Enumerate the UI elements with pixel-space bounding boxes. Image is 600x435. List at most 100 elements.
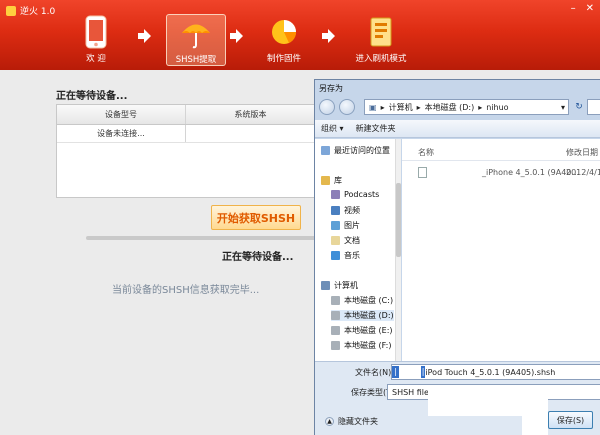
address-bar[interactable]: ▣ ▸ 计算机 ▸ 本地磁盘 (D:) ▸ nihuo ▾ — [364, 99, 569, 115]
nav-item-label: 最近访问的位置 — [334, 146, 390, 155]
nav-item-documents[interactable]: 文档 — [331, 235, 360, 246]
nav-item-library[interactable]: 库 — [321, 175, 342, 186]
arrow-right-icon — [322, 29, 335, 43]
step-welcome[interactable]: 欢 迎 — [66, 14, 126, 66]
filetype-value: SHSH file — [392, 387, 429, 397]
nav-item-computer[interactable]: 计算机 — [321, 280, 358, 291]
pie-chart-icon — [266, 14, 302, 50]
nav-item-label: 文档 — [344, 236, 360, 245]
nav-item-drive-c[interactable]: 本地磁盘 (C:) — [331, 295, 393, 306]
computer-icon: ▣ — [369, 102, 377, 112]
column-header-model[interactable]: 设备型号 — [57, 105, 186, 124]
arrow-right-icon — [230, 29, 243, 43]
step-welcome-label: 欢 迎 — [86, 54, 106, 64]
chevron-right-icon: ▸ — [416, 102, 421, 112]
nav-item-label: 本地磁盘 (F:) — [344, 341, 392, 350]
step-firmware[interactable]: 制作固件 — [254, 14, 314, 66]
nav-item-label: Podcasts — [344, 190, 380, 199]
text-cursor-selection: | — [392, 366, 399, 378]
chevron-down-icon[interactable]: ▾ — [561, 103, 565, 112]
table-cell: 设备未连接... — [57, 125, 186, 142]
nav-item-label: 库 — [334, 176, 342, 185]
new-folder-button[interactable]: 新建文件夹 — [350, 123, 402, 134]
column-header-name[interactable]: 名称 — [418, 147, 434, 158]
device-table: 设备型号 系统版本 设备未连接... — [56, 104, 316, 198]
column-header-date[interactable]: 修改日期 — [566, 147, 598, 158]
nav-item-label: 本地磁盘 (C:) — [344, 296, 394, 305]
dialog-title: 另存为 — [319, 84, 343, 93]
dialog-toolbar: 组织 ▾ 新建文件夹 — [315, 120, 600, 138]
progress-bar — [86, 236, 318, 240]
chevron-right-icon: ▸ — [380, 102, 385, 112]
breadcrumb-computer[interactable]: 计算机 — [389, 102, 413, 113]
minimize-button[interactable]: – — [571, 3, 576, 14]
nav-item-label: 图片 — [344, 221, 360, 230]
step-shsh[interactable]: SHSH提取 — [166, 14, 226, 66]
file-icon — [418, 167, 427, 178]
hide-folders-label: 隐藏文件夹 — [338, 417, 378, 426]
nav-item-drive-d[interactable]: 本地磁盘 (D:) — [331, 310, 394, 321]
chevron-right-icon: ▸ — [478, 102, 483, 112]
column-header-version[interactable]: 系统版本 — [186, 105, 315, 124]
music-icon — [331, 251, 340, 260]
waiting-status: 正在等待设备... — [222, 252, 294, 263]
window-controls: – ✕ — [571, 3, 594, 14]
save-as-dialog: 另存为 ▣ ▸ 计算机 ▸ 本地磁盘 (D:) ▸ nihuo ▾ ↻ 组织 ▾… — [314, 79, 600, 435]
organize-menu[interactable]: 组织 ▾ — [315, 123, 350, 134]
info-message: 当前设备的SHSH信息获取完毕... — [112, 285, 260, 296]
phone-icon — [78, 14, 114, 50]
back-button[interactable] — [319, 99, 335, 115]
forward-button[interactable] — [339, 99, 355, 115]
video-icon — [331, 206, 340, 215]
get-shsh-button[interactable]: 开始获取SHSH — [211, 205, 301, 230]
table-row[interactable]: 设备未连接... — [57, 125, 315, 143]
nav-item-video[interactable]: 视频 — [331, 205, 360, 216]
filename-input[interactable]: | | iPod Touch 4_5.0.1 (9A405).shsh — [391, 364, 600, 380]
nav-item-label: 本地磁盘 (D:) — [344, 311, 394, 320]
nav-item-drive-e[interactable]: 本地磁盘 (E:) — [331, 325, 393, 336]
drive-icon — [331, 326, 340, 335]
step-shsh-label: SHSH提取 — [175, 55, 217, 65]
chevron-up-icon: ▲ — [325, 417, 334, 426]
app-logo-icon — [6, 5, 16, 16]
computer-icon — [321, 281, 330, 290]
drive-icon — [331, 341, 340, 350]
dialog-navbar: ▣ ▸ 计算机 ▸ 本地磁盘 (D:) ▸ nihuo ▾ ↻ — [315, 96, 600, 118]
drive-icon — [331, 296, 340, 305]
table-cell — [186, 125, 315, 142]
search-input[interactable] — [587, 99, 600, 115]
drive-icon — [331, 311, 340, 320]
nav-item-drive-f[interactable]: 本地磁盘 (F:) — [331, 340, 391, 351]
scrollbar-thumb[interactable] — [396, 183, 401, 257]
breadcrumb-drive-d[interactable]: 本地磁盘 (D:) — [425, 102, 475, 113]
nav-item-podcasts[interactable]: Podcasts — [331, 190, 379, 199]
nav-item-label: 音乐 — [344, 251, 360, 260]
nav-scrollbar[interactable] — [395, 139, 401, 361]
breadcrumb-nihuo[interactable]: nihuo — [486, 103, 508, 112]
step-dfu-label: 进入刷机模式 — [355, 54, 407, 64]
close-button[interactable]: ✕ — [586, 3, 594, 14]
table-header: 设备型号 系统版本 — [57, 105, 315, 125]
filename-label: 文件名(N): — [355, 368, 394, 377]
save-button[interactable]: 保存(S) — [548, 411, 593, 429]
file-row[interactable]: _iPhone 4_5.0.1 (9A40… 2012/4/11 — [402, 165, 600, 181]
app-title: 逆火 1.0 — [6, 4, 55, 17]
app-header: 逆火 1.0 – ✕ 欢 迎 SHSH提取 制作固件 进入刷机模式 — [0, 0, 600, 70]
nav-item-pictures[interactable]: 图片 — [331, 220, 360, 231]
nav-item-music[interactable]: 音乐 — [331, 250, 360, 261]
step-firmware-label: 制作固件 — [266, 54, 301, 64]
app-title-text: 逆火 1.0 — [20, 7, 56, 17]
nav-item-recent[interactable]: 最近访问的位置 — [321, 145, 390, 156]
occluded-region — [522, 390, 548, 435]
step-dfu-mode[interactable]: 进入刷机模式 — [346, 14, 416, 66]
hide-folders-toggle[interactable]: ▲ 隐藏文件夹 — [325, 416, 378, 427]
umbrella-icon — [178, 15, 214, 51]
refresh-icon[interactable]: ↻ — [573, 99, 585, 115]
file-list: 名称 修改日期 _iPhone 4_5.0.1 (9A40… 2012/4/11 — [402, 139, 600, 361]
status-title: 正在等待设备... — [56, 91, 128, 102]
nav-item-label: 本地磁盘 (E:) — [344, 326, 393, 335]
recent-places-icon — [321, 146, 330, 155]
arrow-right-icon — [138, 29, 151, 43]
documents-icon — [331, 236, 340, 245]
nav-item-label: 视频 — [344, 206, 360, 215]
